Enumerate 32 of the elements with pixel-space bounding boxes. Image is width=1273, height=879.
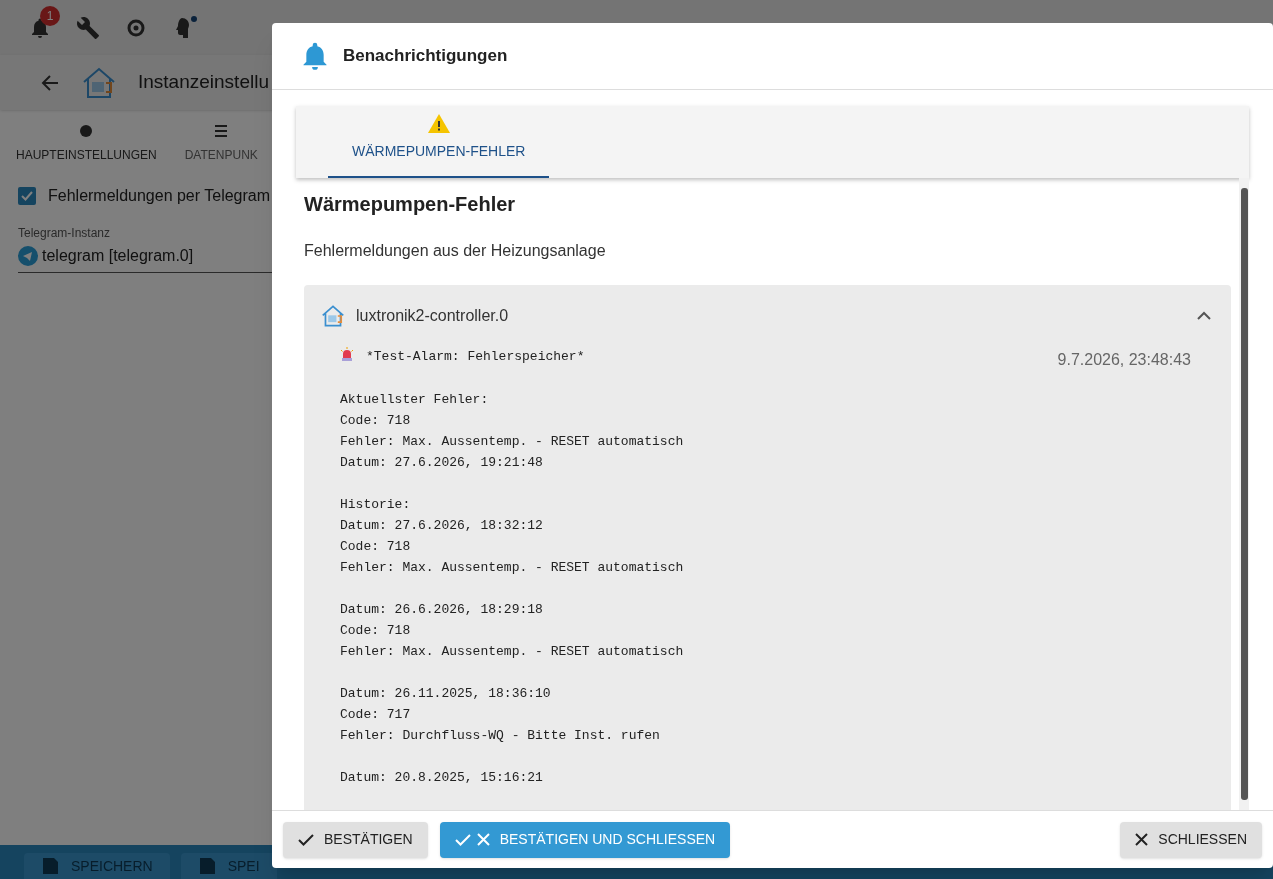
wrench-icon[interactable] xyxy=(76,15,100,40)
message-time: 9.7.2026, 23:48:43 xyxy=(1057,350,1191,370)
settings-tab[interactable]: DATENPUNK xyxy=(184,122,258,164)
chevron-icon[interactable] xyxy=(1197,311,1211,321)
section-heading: Wärmepumpen-Fehler xyxy=(304,192,517,217)
back-arrow-icon[interactable] xyxy=(40,72,60,93)
notification-badge: 1 xyxy=(40,5,60,26)
dialog-title: Benachrichtigungen xyxy=(343,45,508,68)
scrollbar-thumb[interactable] xyxy=(1240,188,1248,800)
settings-tab[interactable]: HAUPTEINSTELLUNGEN xyxy=(16,122,157,164)
select-label: Telegram-Instanz xyxy=(18,225,112,242)
siren-icon xyxy=(340,347,354,361)
checkbox[interactable] xyxy=(18,187,36,205)
check-icon xyxy=(298,832,314,847)
bell-icon xyxy=(301,41,329,71)
accordion-header[interactable]: luxtronik2-controller.0 xyxy=(304,285,1231,347)
dialog-button[interactable]: BESTÄTIGEN UND SCHLIESSEN xyxy=(439,821,731,858)
section-description: Fehlermeldungen aus der Heizungsanlage xyxy=(304,241,607,261)
dialog-tab[interactable]: WÄRMEPUMPEN-FEHLER xyxy=(328,106,550,178)
page-title: Instanzeinstellu xyxy=(138,70,269,95)
close-icon xyxy=(1135,833,1149,846)
house-logo-icon xyxy=(320,303,346,329)
check-icon xyxy=(454,832,471,847)
instance-name: luxtronik2-controller.0 xyxy=(356,306,510,326)
warning-icon xyxy=(427,114,450,133)
dialog-button[interactable]: BESTÄTIGEN xyxy=(283,821,428,858)
message-text: Aktuellster Fehler: Code: 718 Fehler: Max. Aussentemp. - RESET automatisch Datum: 27.6.2026, 19:21:48 Historie: Datum: 27.6.2026, 18:32:12 Code: 718 Fehler: Max. Aussentemp. - RESET automatisch Datum: 26.6.2026, 18:29:18 Code: 718 Fehler: Max. Aussentemp. - RESET automatisch Datum: 26.11.2025, 18:36:10 Code: 717 Fehler: Durchfluss-WQ - Bitte Inst. rufen Datum: 20.8.2025, 15:16:21 xyxy=(340,391,685,787)
message-title: *Test-Alarm: Fehlerspeicher* xyxy=(366,348,586,366)
dialog-button[interactable]: SCHLIESSEN xyxy=(1120,821,1262,858)
checkbox-label: Fehlermeldungen per Telegram xyxy=(48,186,271,206)
close-icon xyxy=(476,833,490,846)
paper-plane-icon xyxy=(18,246,38,266)
